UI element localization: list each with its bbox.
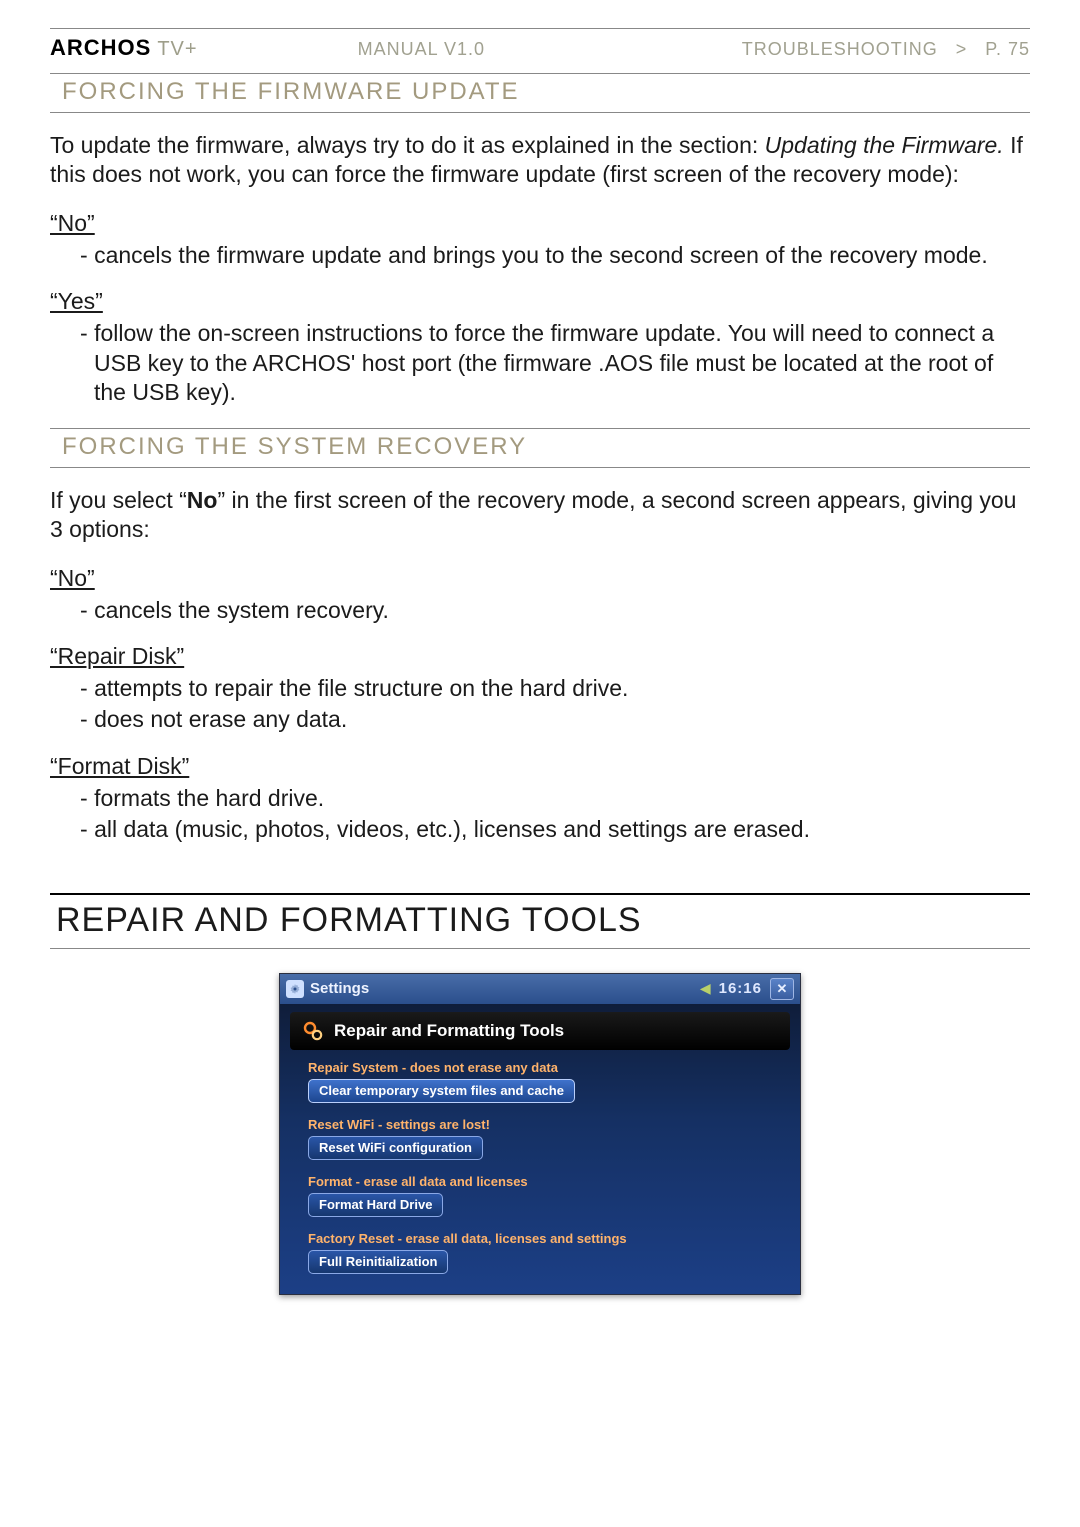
list-item: does not erase any data.: [80, 705, 1030, 734]
tools-icon: [300, 1018, 326, 1044]
option-yes-label: “Yes”: [50, 288, 1030, 315]
full-reinitialization-button[interactable]: Full Reinitialization: [308, 1250, 448, 1274]
group-caption-reset-wifi: Reset WiFi - settings are lost!: [308, 1117, 782, 1132]
panel-titlebar: Repair and Formatting Tools: [290, 1012, 790, 1050]
option-no-label: “No”: [50, 210, 1030, 237]
text: If you select “: [50, 487, 187, 513]
emphasis-updating-the-firmware: Updating the Firmware.: [765, 132, 1004, 158]
paragraph: If you select “No” in the first screen o…: [50, 486, 1030, 545]
group-caption-format: Format - erase all data and licenses: [308, 1174, 782, 1189]
device-title: Settings: [310, 980, 369, 997]
option-repair-disk-label: “Repair Disk”: [50, 643, 1030, 670]
device-options-list: Repair System - does not erase any data …: [290, 1060, 790, 1282]
device-titlebar: Settings ◀ 16:16 ✕: [280, 974, 800, 1004]
list-item: all data (music, photos, videos, etc.), …: [80, 815, 1030, 844]
paragraph: To update the firmware, always try to do…: [50, 131, 1030, 190]
heading-repair-and-formatting-tools: REPAIR AND FORMATTING TOOLS: [50, 893, 1030, 949]
option-no-label: “No”: [50, 565, 1030, 592]
list-item: cancels the firmware update and brings y…: [80, 241, 1030, 270]
device-window: Settings ◀ 16:16 ✕ Repair and Formatting…: [279, 973, 801, 1295]
option-no-details: cancels the system recovery.: [50, 596, 1030, 625]
status-indicator-icon: ◀: [700, 980, 711, 997]
group-caption-factory-reset: Factory Reset - erase all data, licenses…: [308, 1231, 782, 1246]
close-button[interactable]: ✕: [770, 978, 794, 1000]
heading-forcing-system-recovery: FORCING THE SYSTEM RECOVERY: [50, 428, 1030, 468]
device-body: Repair and Formatting Tools Repair Syste…: [280, 1004, 800, 1294]
list-item: follow the on-screen instructions to for…: [80, 319, 1030, 407]
bold-no: No: [187, 487, 218, 513]
device-clock: 16:16: [719, 980, 762, 997]
format-hard-drive-button[interactable]: Format Hard Drive: [308, 1193, 443, 1217]
brand-logo: ARCHOS: [50, 35, 151, 61]
reset-wifi-button[interactable]: Reset WiFi configuration: [308, 1136, 483, 1160]
device-screenshot: Settings ◀ 16:16 ✕ Repair and Formatting…: [50, 973, 1030, 1295]
clear-cache-button[interactable]: Clear temporary system files and cache: [308, 1079, 575, 1103]
breadcrumb: TROUBLESHOOTING > P. 75: [742, 39, 1030, 60]
list-item: formats the hard drive.: [80, 784, 1030, 813]
brand-suffix: TV+: [157, 38, 197, 61]
option-no-details: cancels the firmware update and brings y…: [50, 241, 1030, 270]
option-format-disk-details: formats the hard drive. all data (music,…: [50, 784, 1030, 845]
option-yes-details: follow the on-screen instructions to for…: [50, 319, 1030, 407]
settings-icon: [286, 980, 304, 998]
option-format-disk-label: “Format Disk”: [50, 753, 1030, 780]
page-header: ARCHOS TV+ MANUAL V1.0 TROUBLESHOOTING >…: [50, 28, 1030, 67]
panel-title: Repair and Formatting Tools: [334, 1021, 564, 1041]
list-item: cancels the system recovery.: [80, 596, 1030, 625]
heading-forcing-firmware-update: FORCING THE FIRMWARE UPDATE: [50, 73, 1030, 113]
text: To update the firmware, always try to do…: [50, 132, 765, 158]
group-caption-repair-system: Repair System - does not erase any data: [308, 1060, 782, 1075]
manual-version: MANUAL V1.0: [198, 39, 742, 60]
close-icon: ✕: [777, 981, 788, 997]
option-repair-disk-details: attempts to repair the file structure on…: [50, 674, 1030, 735]
list-item: attempts to repair the file structure on…: [80, 674, 1030, 703]
brand: ARCHOS TV+: [50, 35, 198, 61]
